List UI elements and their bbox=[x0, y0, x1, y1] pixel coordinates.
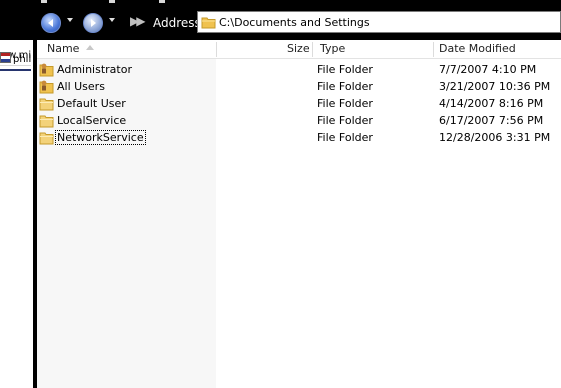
folder-user-icon bbox=[39, 63, 54, 77]
background-window-body bbox=[0, 80, 33, 388]
file-name[interactable]: Administrator bbox=[57, 63, 132, 76]
folder-icon bbox=[201, 17, 216, 29]
file-name[interactable]: LocalService bbox=[57, 114, 126, 127]
forward-arrow-icon bbox=[91, 19, 96, 27]
background-tab[interactable]: phil bbox=[0, 51, 31, 71]
file-row[interactable]: Administrator File Folder 7/7/2007 4:10 … bbox=[37, 61, 561, 78]
file-date-modified: 6/17/2007 7:56 PM bbox=[439, 114, 544, 127]
folder-icon bbox=[39, 132, 54, 145]
file-name[interactable]: Default User bbox=[57, 97, 126, 110]
address-label: Address bbox=[153, 16, 201, 30]
navigation-bar: ▶▶ Address C:\Documents and Settings bbox=[33, 8, 561, 38]
toolbar-overflow-icon[interactable]: ▶▶ bbox=[130, 14, 146, 28]
file-name[interactable]: NetworkService bbox=[55, 130, 146, 145]
column-header-date-modified[interactable]: Date Modified bbox=[439, 40, 516, 58]
folder-user-icon bbox=[39, 80, 54, 94]
file-row[interactable]: Default User File Folder 4/14/2007 8:16 … bbox=[37, 95, 561, 112]
sort-ascending-icon bbox=[86, 45, 94, 50]
file-date-modified: 4/14/2007 8:16 PM bbox=[439, 97, 544, 110]
file-date-modified: 12/28/2006 3:31 PM bbox=[439, 131, 551, 144]
file-type: File Folder bbox=[317, 131, 373, 144]
background-window: ww.mic phil bbox=[0, 0, 33, 388]
menu-tick bbox=[41, 0, 47, 3]
file-date-modified: 7/7/2007 4:10 PM bbox=[439, 63, 537, 76]
file-name[interactable]: All Users bbox=[57, 80, 105, 93]
file-type: File Folder bbox=[317, 97, 373, 110]
explorer-window: ▶▶ Address C:\Documents and Settings Nam… bbox=[33, 0, 561, 388]
column-header-size[interactable]: Size bbox=[287, 40, 310, 58]
column-header-row: Name Size Type Date Modified bbox=[37, 40, 561, 59]
folder-icon bbox=[39, 98, 54, 111]
address-path[interactable]: C:\Documents and Settings bbox=[219, 16, 370, 29]
background-window-titlebar bbox=[0, 0, 33, 40]
back-dropdown-arrow-icon[interactable] bbox=[67, 18, 73, 22]
column-header-type[interactable]: Type bbox=[320, 40, 345, 58]
column-separator[interactable] bbox=[312, 42, 313, 57]
back-button[interactable] bbox=[41, 13, 61, 33]
column-separator[interactable] bbox=[433, 42, 434, 57]
file-row[interactable]: NetworkService File Folder 12/28/2006 3:… bbox=[37, 129, 561, 146]
folder-icon bbox=[39, 115, 54, 128]
file-type: File Folder bbox=[317, 80, 373, 93]
forward-dropdown-arrow-icon[interactable] bbox=[109, 18, 115, 22]
forward-button[interactable] bbox=[83, 13, 103, 33]
menu-tick bbox=[159, 0, 165, 3]
file-row[interactable]: LocalService File Folder 6/17/2007 7:56 … bbox=[37, 112, 561, 129]
file-row[interactable]: All Users File Folder 3/21/2007 10:36 PM bbox=[37, 78, 561, 95]
back-arrow-icon bbox=[48, 19, 53, 27]
file-type: File Folder bbox=[317, 114, 373, 127]
column-separator[interactable] bbox=[216, 42, 217, 57]
file-list-pane: Name Size Type Date Modified Administrat… bbox=[37, 40, 561, 388]
background-tab-label: phil bbox=[13, 54, 31, 65]
file-type: File Folder bbox=[317, 63, 373, 76]
address-bar[interactable]: C:\Documents and Settings bbox=[197, 11, 561, 33]
file-date-modified: 3/21/2007 10:36 PM bbox=[439, 80, 551, 93]
menu-tick bbox=[109, 0, 115, 3]
column-header-name[interactable]: Name bbox=[47, 40, 79, 58]
flag-icon bbox=[0, 52, 11, 63]
explorer-top-strip bbox=[33, 0, 561, 6]
